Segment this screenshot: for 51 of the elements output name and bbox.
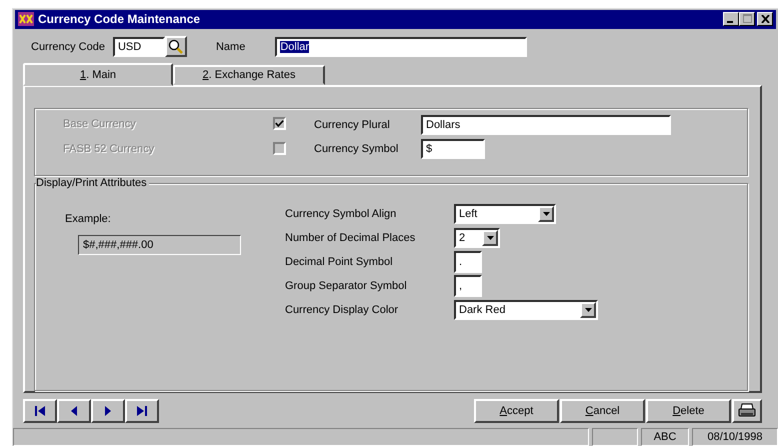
caret-icon bbox=[542, 212, 550, 216]
keyboard-indicator: ABC bbox=[641, 428, 689, 446]
app-icon bbox=[18, 12, 34, 26]
dropdown[interactable]: 2 bbox=[454, 228, 500, 248]
tab[interactable]: 1. Main bbox=[23, 63, 173, 86]
field-label: Currency Display Color bbox=[285, 304, 400, 316]
text-field[interactable]: , bbox=[454, 275, 482, 298]
example-label: Example: bbox=[65, 213, 112, 226]
field-label: Number of Decimal Places bbox=[285, 232, 416, 244]
search-icon bbox=[168, 38, 184, 55]
field-label: Currency Symbol bbox=[314, 143, 400, 156]
close-button[interactable] bbox=[757, 12, 773, 26]
next-record-button[interactable] bbox=[91, 398, 125, 423]
action-button[interactable]: Cancel bbox=[560, 398, 645, 423]
dropdown[interactable]: Left bbox=[454, 204, 556, 224]
dropdown[interactable]: Dark Red bbox=[454, 300, 598, 320]
last-record-button[interactable] bbox=[125, 398, 159, 423]
skip-forward-icon bbox=[136, 406, 148, 416]
previous-record-button[interactable] bbox=[57, 398, 91, 423]
maximize-icon bbox=[742, 14, 752, 24]
status-date: 08/10/1998 bbox=[692, 428, 778, 446]
name-field[interactable]: Dollar bbox=[275, 36, 528, 57]
caret-icon bbox=[584, 308, 592, 312]
text-field[interactable]: $ bbox=[421, 139, 485, 160]
caret-icon bbox=[486, 236, 494, 240]
currency-code-field[interactable]: USD bbox=[112, 36, 165, 57]
field-label: Currency Symbol Align bbox=[285, 208, 398, 220]
field-label: Group Separator Symbol bbox=[285, 280, 408, 292]
action-button[interactable]: Delete bbox=[646, 398, 731, 423]
action-button[interactable]: Accept bbox=[474, 398, 559, 423]
name-label: Name bbox=[216, 40, 246, 53]
field-label: Decimal Point Symbol bbox=[285, 256, 394, 268]
search-button[interactable] bbox=[164, 36, 187, 58]
skip-back-icon bbox=[34, 406, 46, 416]
print-button[interactable] bbox=[732, 398, 762, 423]
close-icon bbox=[760, 15, 770, 24]
status-panel bbox=[592, 428, 638, 446]
text-field[interactable]: . bbox=[454, 251, 482, 274]
flag-label: FASB 52 Currency bbox=[63, 142, 154, 155]
tab[interactable]: 2. Exchange Rates bbox=[173, 65, 325, 86]
text-field[interactable]: Dollars bbox=[421, 115, 671, 136]
maximize-button[interactable] bbox=[739, 12, 755, 26]
currency-code-label: Currency Code bbox=[31, 40, 105, 53]
window-title: Currency Code Maintenance bbox=[38, 12, 202, 26]
field-label: Currency Plural bbox=[314, 119, 391, 132]
group-title: Display/Print Attributes bbox=[36, 177, 149, 190]
flag-label: Base Currency bbox=[63, 118, 136, 130]
first-record-button[interactable] bbox=[23, 398, 57, 423]
example-field: $#,###,###.00 bbox=[78, 235, 241, 256]
minimize-button[interactable] bbox=[723, 12, 739, 26]
printer-icon bbox=[738, 403, 756, 418]
